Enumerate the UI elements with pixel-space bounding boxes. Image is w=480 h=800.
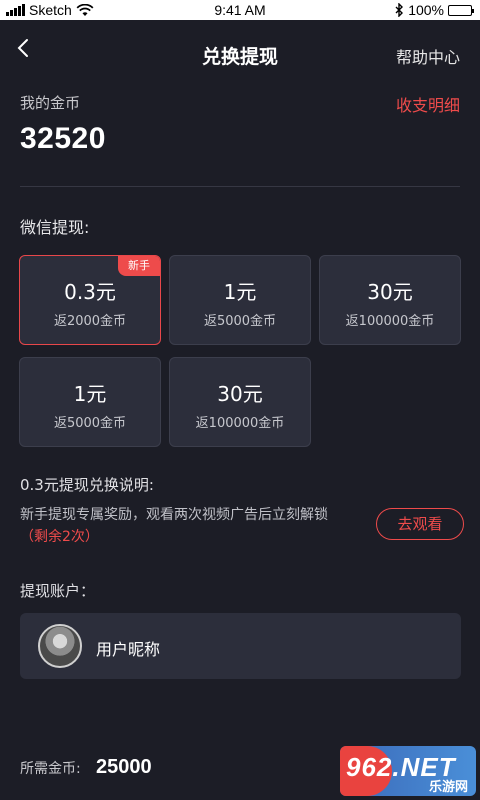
required-coins-label: 所需金币: — [20, 761, 81, 777]
description-text: 新手提现专属奖励，观看两次视频广告后立刻解锁 — [20, 507, 328, 523]
watermark-small: 乐游网 — [428, 780, 468, 795]
nav-bar: 兑换提现 帮助中心 — [0, 20, 480, 86]
battery-percent: 100% — [408, 2, 444, 18]
option-amount: 30元 — [217, 382, 263, 406]
withdraw-description: 新手提现专属奖励，观看两次视频广告后立刻解锁 （剩余2次） — [20, 504, 350, 548]
option-bonus: 返100000金币 — [195, 416, 285, 431]
site-watermark-logo: 962.NET 乐游网 — [340, 746, 476, 796]
required-coins-value: 25000 — [96, 756, 152, 778]
option-bonus: 返100000金币 — [345, 314, 435, 329]
option-amount: 0.3元 — [64, 280, 116, 304]
battery-icon — [448, 4, 474, 16]
status-bar: Sketch 9:41 AM 100% — [0, 0, 480, 20]
bluetooth-icon — [395, 3, 404, 17]
avatar — [38, 624, 82, 668]
withdraw-option-0[interactable]: 新手 0.3元 返2000金币 — [19, 255, 161, 345]
my-coins-label: 我的金币 — [20, 94, 81, 112]
withdraw-option-2[interactable]: 30元 返100000金币 — [319, 255, 461, 345]
withdraw-description-title: 0.3元提现兑换说明: — [20, 476, 154, 494]
withdraw-option-4[interactable]: 30元 返100000金币 — [169, 357, 311, 447]
withdraw-option-3[interactable]: 1元 返5000金币 — [19, 357, 161, 447]
account-card[interactable]: 用户昵称 — [20, 613, 461, 679]
wechat-withdraw-title: 微信提现: — [20, 218, 90, 237]
option-bonus: 返5000金币 — [203, 314, 277, 329]
option-bonus: 返5000金币 — [53, 416, 127, 431]
user-nickname: 用户昵称 — [96, 640, 161, 659]
withdraw-account-title: 提现账户： — [20, 582, 96, 600]
option-amount: 30元 — [367, 280, 413, 304]
option-amount: 1元 — [73, 382, 107, 406]
transaction-detail-link[interactable]: 收支明细 — [396, 92, 460, 116]
newbie-badge: 新手 — [118, 256, 160, 276]
watch-video-button[interactable]: 去观看 — [376, 508, 464, 540]
divider — [20, 186, 460, 187]
help-center-link[interactable]: 帮助中心 — [396, 44, 460, 68]
option-bonus: 返2000金币 — [53, 314, 127, 329]
status-right: 100% — [395, 2, 474, 18]
option-amount: 1元 — [223, 280, 257, 304]
remaining-count: （剩余2次） — [20, 529, 99, 545]
withdraw-option-1[interactable]: 1元 返5000金币 — [169, 255, 311, 345]
coin-balance: 32520 — [20, 122, 106, 155]
